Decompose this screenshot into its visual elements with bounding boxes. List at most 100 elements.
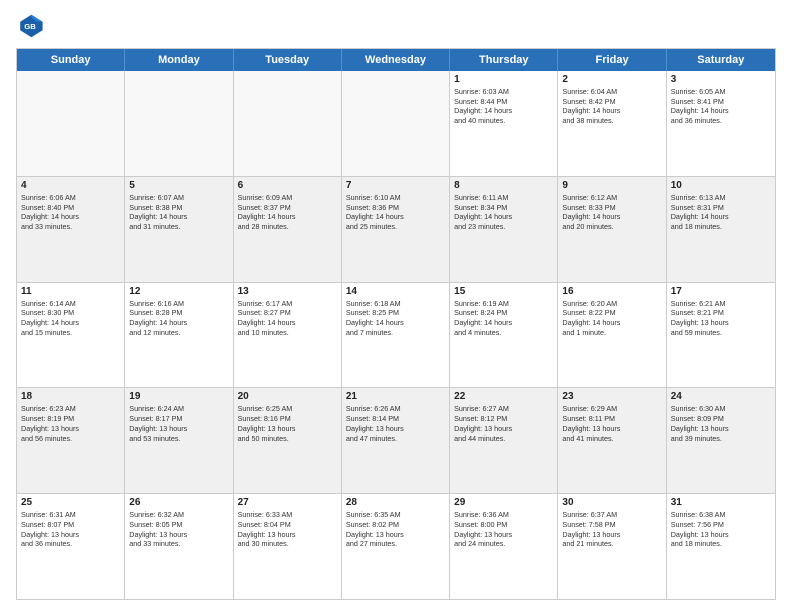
calendar-cell: 3 Sunrise: 6:05 AM Sunset: 8:41 PM Daylig… bbox=[667, 71, 775, 176]
calendar-cell: 30 Sunrise: 6:37 AM Sunset: 7:58 PM Dayli… bbox=[558, 494, 666, 599]
day-info: Sunrise: 6:23 AM Sunset: 8:19 PM Dayligh… bbox=[21, 404, 120, 443]
day-number: 11 bbox=[21, 286, 120, 297]
calendar-cell: 18 Sunrise: 6:23 AM Sunset: 8:19 PM Dayli… bbox=[17, 388, 125, 493]
calendar-header-day: Friday bbox=[558, 49, 666, 71]
day-info: Sunrise: 6:36 AM Sunset: 8:00 PM Dayligh… bbox=[454, 510, 553, 549]
day-info: Sunrise: 6:21 AM Sunset: 8:21 PM Dayligh… bbox=[671, 299, 771, 338]
calendar-cell-empty bbox=[234, 71, 342, 176]
calendar-cell-empty bbox=[342, 71, 450, 176]
svg-text:GB: GB bbox=[24, 22, 36, 31]
day-info: Sunrise: 6:27 AM Sunset: 8:12 PM Dayligh… bbox=[454, 404, 553, 443]
day-info: Sunrise: 6:18 AM Sunset: 8:25 PM Dayligh… bbox=[346, 299, 445, 338]
calendar: SundayMondayTuesdayWednesdayThursdayFrid… bbox=[16, 48, 776, 600]
day-info: Sunrise: 6:32 AM Sunset: 8:05 PM Dayligh… bbox=[129, 510, 228, 549]
calendar-cell: 28 Sunrise: 6:35 AM Sunset: 8:02 PM Dayli… bbox=[342, 494, 450, 599]
day-number: 7 bbox=[346, 180, 445, 191]
calendar-cell: 19 Sunrise: 6:24 AM Sunset: 8:17 PM Dayli… bbox=[125, 388, 233, 493]
day-info: Sunrise: 6:38 AM Sunset: 7:56 PM Dayligh… bbox=[671, 510, 771, 549]
day-number: 17 bbox=[671, 286, 771, 297]
day-info: Sunrise: 6:30 AM Sunset: 8:09 PM Dayligh… bbox=[671, 404, 771, 443]
day-number: 27 bbox=[238, 497, 337, 508]
day-number: 23 bbox=[562, 391, 661, 402]
calendar-cell: 10 Sunrise: 6:13 AM Sunset: 8:31 PM Dayli… bbox=[667, 177, 775, 282]
calendar-cell: 25 Sunrise: 6:31 AM Sunset: 8:07 PM Dayli… bbox=[17, 494, 125, 599]
day-info: Sunrise: 6:17 AM Sunset: 8:27 PM Dayligh… bbox=[238, 299, 337, 338]
day-info: Sunrise: 6:07 AM Sunset: 8:38 PM Dayligh… bbox=[129, 193, 228, 232]
day-info: Sunrise: 6:29 AM Sunset: 8:11 PM Dayligh… bbox=[562, 404, 661, 443]
day-number: 5 bbox=[129, 180, 228, 191]
calendar-cell: 2 Sunrise: 6:04 AM Sunset: 8:42 PM Daylig… bbox=[558, 71, 666, 176]
calendar-cell: 8Sunrise: 6:11 AM Sunset: 8:34 PM Daylig… bbox=[450, 177, 558, 282]
calendar-row: 11 Sunrise: 6:14 AM Sunset: 8:30 PM Dayli… bbox=[17, 283, 775, 389]
calendar-cell: 6Sunrise: 6:09 AM Sunset: 8:37 PM Daylig… bbox=[234, 177, 342, 282]
day-number: 19 bbox=[129, 391, 228, 402]
day-number: 1 bbox=[454, 74, 553, 85]
day-number: 26 bbox=[129, 497, 228, 508]
day-number: 29 bbox=[454, 497, 553, 508]
day-info: Sunrise: 6:19 AM Sunset: 8:24 PM Dayligh… bbox=[454, 299, 553, 338]
page: GB SundayMondayTuesdayWednesdayThursdayF… bbox=[0, 0, 792, 612]
calendar-row: 4Sunrise: 6:06 AM Sunset: 8:40 PM Daylig… bbox=[17, 177, 775, 283]
day-number: 18 bbox=[21, 391, 120, 402]
day-number: 20 bbox=[238, 391, 337, 402]
day-info: Sunrise: 6:11 AM Sunset: 8:34 PM Dayligh… bbox=[454, 193, 553, 232]
day-info: Sunrise: 6:24 AM Sunset: 8:17 PM Dayligh… bbox=[129, 404, 228, 443]
calendar-header: SundayMondayTuesdayWednesdayThursdayFrid… bbox=[17, 49, 775, 71]
calendar-cell: 29 Sunrise: 6:36 AM Sunset: 8:00 PM Dayli… bbox=[450, 494, 558, 599]
day-number: 28 bbox=[346, 497, 445, 508]
calendar-cell: 16 Sunrise: 6:20 AM Sunset: 8:22 PM Dayli… bbox=[558, 283, 666, 388]
day-number: 3 bbox=[671, 74, 771, 85]
calendar-cell: 9Sunrise: 6:12 AM Sunset: 8:33 PM Daylig… bbox=[558, 177, 666, 282]
day-info: Sunrise: 6:35 AM Sunset: 8:02 PM Dayligh… bbox=[346, 510, 445, 549]
day-info: Sunrise: 6:10 AM Sunset: 8:36 PM Dayligh… bbox=[346, 193, 445, 232]
calendar-cell: 13 Sunrise: 6:17 AM Sunset: 8:27 PM Dayli… bbox=[234, 283, 342, 388]
day-number: 10 bbox=[671, 180, 771, 191]
day-number: 13 bbox=[238, 286, 337, 297]
logo: GB bbox=[16, 12, 48, 40]
day-info: Sunrise: 6:31 AM Sunset: 8:07 PM Dayligh… bbox=[21, 510, 120, 549]
calendar-cell: 17 Sunrise: 6:21 AM Sunset: 8:21 PM Dayli… bbox=[667, 283, 775, 388]
calendar-cell: 31Sunrise: 6:38 AM Sunset: 7:56 PM Dayli… bbox=[667, 494, 775, 599]
day-number: 30 bbox=[562, 497, 661, 508]
day-info: Sunrise: 6:14 AM Sunset: 8:30 PM Dayligh… bbox=[21, 299, 120, 338]
day-number: 24 bbox=[671, 391, 771, 402]
day-info: Sunrise: 6:33 AM Sunset: 8:04 PM Dayligh… bbox=[238, 510, 337, 549]
day-info: Sunrise: 6:37 AM Sunset: 7:58 PM Dayligh… bbox=[562, 510, 661, 549]
calendar-cell: 15Sunrise: 6:19 AM Sunset: 8:24 PM Dayli… bbox=[450, 283, 558, 388]
header: GB bbox=[16, 12, 776, 40]
calendar-header-day: Wednesday bbox=[342, 49, 450, 71]
calendar-cell: 20 Sunrise: 6:25 AM Sunset: 8:16 PM Dayli… bbox=[234, 388, 342, 493]
calendar-header-day: Monday bbox=[125, 49, 233, 71]
calendar-cell: 21 Sunrise: 6:26 AM Sunset: 8:14 PM Dayli… bbox=[342, 388, 450, 493]
calendar-cell: 5 Sunrise: 6:07 AM Sunset: 8:38 PM Daylig… bbox=[125, 177, 233, 282]
day-number: 16 bbox=[562, 286, 661, 297]
calendar-cell: 1 Sunrise: 6:03 AM Sunset: 8:44 PM Daylig… bbox=[450, 71, 558, 176]
day-info: Sunrise: 6:13 AM Sunset: 8:31 PM Dayligh… bbox=[671, 193, 771, 232]
calendar-header-day: Tuesday bbox=[234, 49, 342, 71]
calendar-cell-empty bbox=[125, 71, 233, 176]
calendar-cell-empty bbox=[17, 71, 125, 176]
day-info: Sunrise: 6:20 AM Sunset: 8:22 PM Dayligh… bbox=[562, 299, 661, 338]
calendar-header-day: Saturday bbox=[667, 49, 775, 71]
calendar-cell: 23 Sunrise: 6:29 AM Sunset: 8:11 PM Dayli… bbox=[558, 388, 666, 493]
calendar-body: 1 Sunrise: 6:03 AM Sunset: 8:44 PM Daylig… bbox=[17, 71, 775, 599]
day-info: Sunrise: 6:16 AM Sunset: 8:28 PM Dayligh… bbox=[129, 299, 228, 338]
day-number: 22 bbox=[454, 391, 553, 402]
day-info: Sunrise: 6:05 AM Sunset: 8:41 PM Dayligh… bbox=[671, 87, 771, 126]
day-number: 21 bbox=[346, 391, 445, 402]
day-number: 2 bbox=[562, 74, 661, 85]
day-info: Sunrise: 6:04 AM Sunset: 8:42 PM Dayligh… bbox=[562, 87, 661, 126]
day-number: 12 bbox=[129, 286, 228, 297]
day-info: Sunrise: 6:09 AM Sunset: 8:37 PM Dayligh… bbox=[238, 193, 337, 232]
day-number: 4 bbox=[21, 180, 120, 191]
day-info: Sunrise: 6:03 AM Sunset: 8:44 PM Dayligh… bbox=[454, 87, 553, 126]
day-info: Sunrise: 6:25 AM Sunset: 8:16 PM Dayligh… bbox=[238, 404, 337, 443]
calendar-cell: 14Sunrise: 6:18 AM Sunset: 8:25 PM Dayli… bbox=[342, 283, 450, 388]
calendar-cell: 27 Sunrise: 6:33 AM Sunset: 8:04 PM Dayli… bbox=[234, 494, 342, 599]
calendar-cell: 26 Sunrise: 6:32 AM Sunset: 8:05 PM Dayli… bbox=[125, 494, 233, 599]
day-number: 25 bbox=[21, 497, 120, 508]
calendar-cell: 22 Sunrise: 6:27 AM Sunset: 8:12 PM Dayli… bbox=[450, 388, 558, 493]
calendar-row: 18 Sunrise: 6:23 AM Sunset: 8:19 PM Dayli… bbox=[17, 388, 775, 494]
calendar-cell: 4Sunrise: 6:06 AM Sunset: 8:40 PM Daylig… bbox=[17, 177, 125, 282]
day-info: Sunrise: 6:26 AM Sunset: 8:14 PM Dayligh… bbox=[346, 404, 445, 443]
